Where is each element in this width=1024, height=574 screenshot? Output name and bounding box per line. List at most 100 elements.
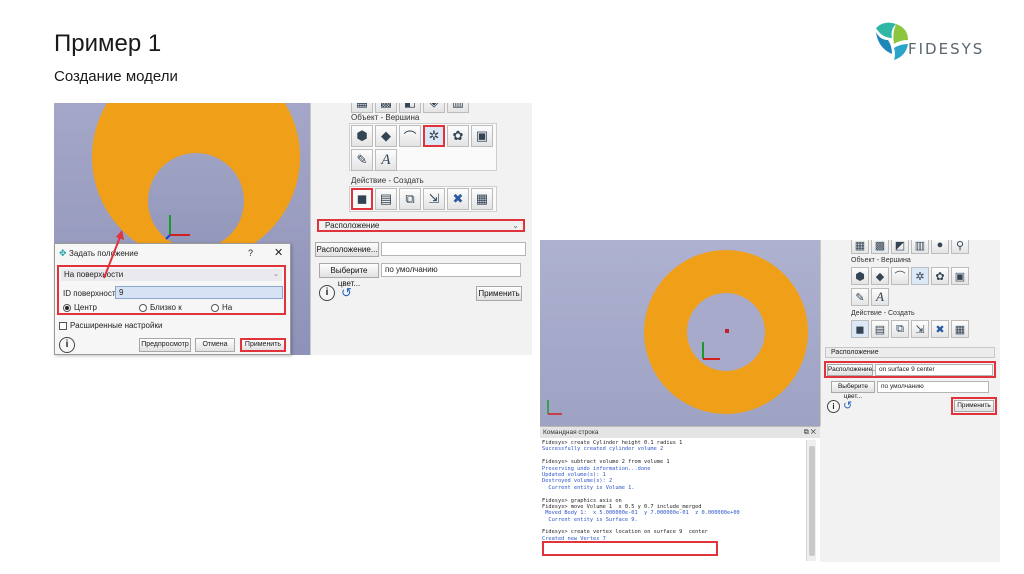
location-dropdown-label-2: Расположение bbox=[831, 349, 879, 356]
toolbar-bc-icon[interactable]: ◈ bbox=[423, 103, 445, 113]
dialog-logo-icon: ✥ bbox=[59, 248, 67, 258]
toolbar-result-icon[interactable]: ● bbox=[931, 240, 949, 254]
command-scrollbar[interactable] bbox=[806, 440, 816, 561]
surface-icon[interactable]: ◆ bbox=[871, 267, 889, 285]
command-line-panel: Командная строка ⧉ ✕ Fidesys> create Cyl… bbox=[540, 426, 820, 562]
radio-on-label: На bbox=[222, 303, 233, 312]
toolbar-search-icon[interactable]: ⚲ bbox=[951, 240, 969, 254]
toolbar-chart-icon[interactable]: ◩ bbox=[891, 240, 909, 254]
command-panel-2: ▦ ▩ ◩ ▥ ● ⚲ Объект - Вершина ⬢ ◆ ⌒ ✲ ✿ ▣… bbox=[820, 240, 1000, 426]
radio-dot bbox=[211, 303, 219, 312]
location-dropdown[interactable]: Расположение ⌄ bbox=[317, 219, 525, 232]
toolbar-analysis-icon[interactable]: ▥ bbox=[447, 103, 469, 113]
location-field[interactable] bbox=[381, 242, 526, 256]
toolbar-analysis-icon[interactable]: ▥ bbox=[911, 240, 929, 254]
edit-icon[interactable]: ▤ bbox=[375, 188, 397, 210]
mode-dropdown[interactable]: На поверхности ⌄ bbox=[61, 269, 282, 281]
slide-subtitle: Создание модели bbox=[54, 68, 178, 85]
chevron-down-icon: ⌄ bbox=[273, 271, 279, 278]
move-icon[interactable]: ⇲ bbox=[911, 320, 929, 338]
toolbar-mesh-icon[interactable]: ▩ bbox=[375, 103, 397, 113]
text-a-icon[interactable]: A bbox=[375, 149, 397, 171]
command-panel: ▦ ▩ ◧ ◈ ▥ Объект - Вершина ⬢ ◆ ⌒ ✲ ✿ ▣ ✎… bbox=[310, 103, 532, 355]
command-line-title: Командная строка bbox=[543, 429, 599, 436]
surface-icon[interactable]: ◆ bbox=[375, 125, 397, 147]
part-icon[interactable]: ▣ bbox=[951, 267, 969, 285]
axis-triad-icon bbox=[702, 342, 720, 360]
choose-color-button[interactable]: Выберите цвет... bbox=[319, 263, 379, 288]
curve-icon[interactable]: ⌒ bbox=[891, 267, 909, 285]
toolbar-geometry-icon[interactable]: ▦ bbox=[351, 103, 373, 113]
pointer-arrow-icon bbox=[103, 230, 124, 279]
vertex-icon[interactable]: ✲ bbox=[423, 125, 445, 147]
radio-near[interactable]: Близко к bbox=[139, 303, 182, 312]
toolbar-material-icon[interactable]: ◧ bbox=[399, 103, 421, 113]
command-line-header: Командная строка ⧉ ✕ bbox=[540, 427, 820, 438]
location-button-2[interactable]: Расположение... bbox=[827, 364, 878, 376]
info-icon[interactable]: ▦ bbox=[951, 320, 969, 338]
logo-text: FIDESYS bbox=[908, 40, 985, 58]
create-icon[interactable]: ◼ bbox=[351, 188, 373, 210]
copy-icon[interactable]: ⧉ bbox=[399, 188, 421, 210]
created-vertex-marker bbox=[725, 329, 729, 333]
help-icon[interactable]: ? bbox=[248, 248, 253, 258]
slide-title: Пример 1 bbox=[54, 30, 162, 57]
reset-icon[interactable]: ↺ bbox=[341, 285, 352, 301]
part-icon[interactable]: ▣ bbox=[471, 125, 493, 147]
curve-icon[interactable]: ⌒ bbox=[399, 125, 421, 147]
radio-near-label: Близко к bbox=[150, 303, 182, 312]
apply-button[interactable]: Применить bbox=[476, 286, 522, 301]
reset-icon[interactable]: ↺ bbox=[843, 399, 852, 412]
toolbar-mesh-icon[interactable]: ▩ bbox=[871, 240, 889, 254]
group-icon[interactable]: ✿ bbox=[931, 267, 949, 285]
screenshot-2: ▦ ▩ ◩ ▥ ● ⚲ Объект - Вершина ⬢ ◆ ⌒ ✲ ✿ ▣… bbox=[540, 240, 1000, 562]
scrollbar-thumb[interactable] bbox=[809, 446, 815, 556]
delete-icon[interactable]: ✖ bbox=[447, 188, 469, 210]
info-icon[interactable]: ▦ bbox=[471, 188, 493, 210]
location-dropdown-2[interactable]: Расположение bbox=[825, 347, 995, 358]
radio-on[interactable]: На bbox=[211, 303, 232, 312]
location-field-2[interactable]: on surface 9 center bbox=[875, 364, 993, 376]
small-axis-triad-icon bbox=[547, 400, 562, 415]
dialog-info-icon[interactable]: i bbox=[59, 337, 75, 353]
info-circle-icon[interactable]: i bbox=[319, 285, 335, 301]
advanced-settings-checkbox[interactable]: Расширенные настройки bbox=[59, 321, 162, 330]
group-icon[interactable]: ✿ bbox=[447, 125, 469, 147]
top-toolbar: ▦ ▩ ◧ ◈ ▥ bbox=[351, 103, 469, 113]
measure-icon[interactable]: ✎ bbox=[851, 288, 869, 306]
surface-id-input[interactable]: 9 bbox=[115, 286, 283, 299]
volume-icon[interactable]: ⬢ bbox=[851, 267, 869, 285]
location-button[interactable]: Расположение... bbox=[315, 242, 379, 257]
vertex-icon[interactable]: ✲ bbox=[911, 267, 929, 285]
chevron-down-icon: ⌄ bbox=[512, 221, 519, 230]
info-circle-icon[interactable]: i bbox=[827, 400, 840, 413]
section-object-label-2: Объект - Вершина bbox=[851, 257, 911, 264]
apply-button-2[interactable]: Применить bbox=[954, 400, 994, 412]
create-icon[interactable]: ◼ bbox=[851, 320, 869, 338]
section-object-label: Объект - Вершина bbox=[351, 113, 420, 122]
delete-icon[interactable]: ✖ bbox=[931, 320, 949, 338]
dialog-apply-button[interactable]: Применить bbox=[240, 338, 286, 352]
color-field-2[interactable]: по умолчанию bbox=[877, 381, 989, 393]
graphics-viewport-2[interactable] bbox=[540, 240, 820, 426]
choose-color-button-2[interactable]: Выберите цвет... bbox=[831, 381, 875, 400]
window-controls-icon[interactable]: ⧉ ✕ bbox=[804, 427, 816, 438]
volume-icon[interactable]: ⬢ bbox=[351, 125, 373, 147]
radio-dot bbox=[63, 303, 71, 312]
close-icon[interactable]: ✕ bbox=[274, 246, 283, 259]
section-action-label-2: Действие - Создать bbox=[851, 310, 915, 317]
last-command-highlight bbox=[542, 541, 718, 556]
text-a-icon[interactable]: A bbox=[871, 288, 889, 306]
move-icon[interactable]: ⇲ bbox=[423, 188, 445, 210]
measure-icon[interactable]: ✎ bbox=[351, 149, 373, 171]
radio-center[interactable]: Центр bbox=[63, 303, 97, 312]
edit-icon[interactable]: ▤ bbox=[871, 320, 889, 338]
ring-hole bbox=[148, 153, 244, 249]
section-action-label: Действие - Создать bbox=[351, 176, 424, 185]
set-location-dialog: ✥ Задать положение ? ✕ На поверхности ⌄ … bbox=[54, 243, 291, 355]
color-field[interactable]: по умолчанию bbox=[381, 263, 521, 277]
preview-button[interactable]: Предпросмотр bbox=[139, 338, 191, 352]
toolbar-geometry-icon[interactable]: ▦ bbox=[851, 240, 869, 254]
copy-icon[interactable]: ⧉ bbox=[891, 320, 909, 338]
cancel-button[interactable]: Отмена bbox=[195, 338, 235, 352]
